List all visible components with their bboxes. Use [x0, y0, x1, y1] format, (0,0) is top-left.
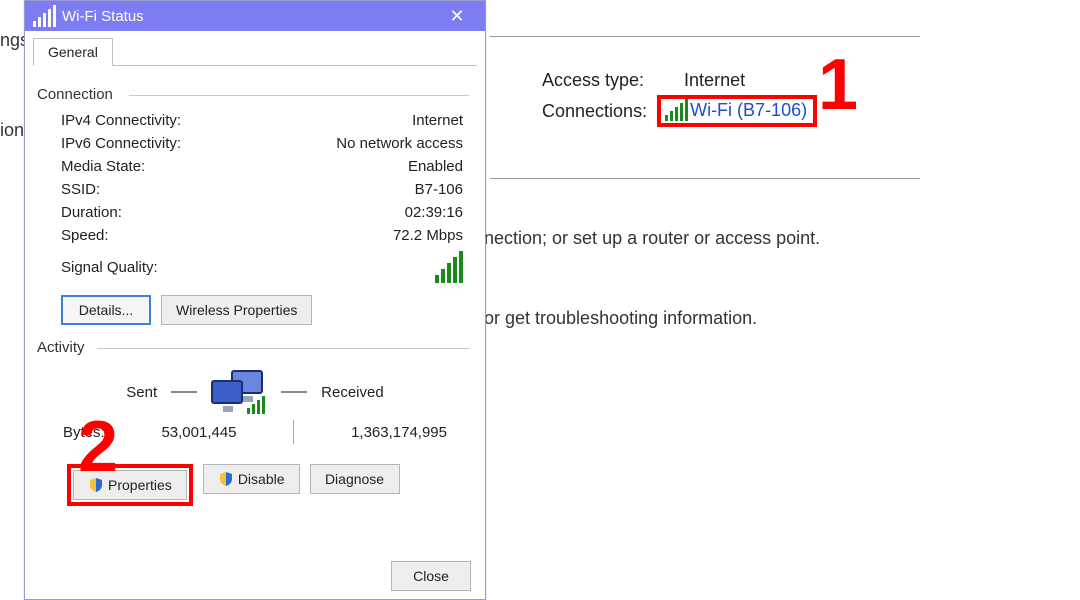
- ssid-value: B7-106: [415, 181, 463, 198]
- wifi-signal-icon: [665, 99, 688, 121]
- access-type-value: Internet: [684, 70, 745, 91]
- group-connection-label: Connection: [37, 86, 463, 103]
- ipv4-value: Internet: [412, 112, 463, 129]
- sent-label: Sent: [126, 384, 157, 401]
- window-title: Wi-Fi Status: [62, 8, 437, 25]
- wireless-properties-button[interactable]: Wireless Properties: [161, 295, 312, 325]
- media-state-label: Media State:: [61, 158, 145, 175]
- speed-value: 72.2 Mbps: [393, 227, 463, 244]
- speed-label: Speed:: [61, 227, 109, 244]
- disable-button[interactable]: Disable: [203, 464, 300, 494]
- bytes-received-value: 1,363,174,995: [351, 424, 447, 441]
- duration-value: 02:39:16: [405, 204, 463, 221]
- ipv4-label: IPv4 Connectivity:: [61, 112, 181, 129]
- wifi-connection-link[interactable]: Wi-Fi (B7-106): [657, 95, 817, 127]
- bg-text-fragment: ion: [0, 120, 24, 141]
- dash-icon: [171, 391, 197, 393]
- diagnose-button[interactable]: Diagnose: [310, 464, 400, 494]
- bytes-sent-value: 53,001,445: [161, 424, 236, 441]
- details-button[interactable]: Details...: [61, 295, 151, 325]
- received-label: Received: [321, 384, 384, 401]
- group-activity-label: Activity: [37, 339, 463, 356]
- access-type-label: Access type:: [542, 70, 644, 91]
- tab-general[interactable]: General: [33, 38, 113, 66]
- ipv6-label: IPv6 Connectivity:: [61, 135, 181, 152]
- dash-icon: [281, 391, 307, 393]
- divider: [490, 178, 920, 179]
- bg-line: nection; or set up a router or access po…: [484, 228, 820, 249]
- ssid-label: SSID:: [61, 181, 100, 198]
- shield-icon: [218, 471, 234, 487]
- close-button[interactable]: Close: [391, 561, 471, 591]
- ipv6-value: No network access: [336, 135, 463, 152]
- bg-line: or get troubleshooting information.: [484, 308, 757, 329]
- titlebar[interactable]: Wi-Fi Status ✕: [25, 1, 485, 31]
- duration-label: Duration:: [61, 204, 122, 221]
- disable-button-label: Disable: [238, 471, 285, 487]
- annotation-number-1: 1: [818, 44, 858, 126]
- tab-strip: General: [33, 37, 485, 65]
- signal-quality-label: Signal Quality:: [61, 259, 435, 276]
- divider: [490, 36, 920, 37]
- connections-label: Connections:: [542, 101, 647, 122]
- wifi-connection-link-label: Wi-Fi (B7-106): [690, 100, 807, 121]
- network-activity-icon: [211, 370, 267, 414]
- wifi-signal-icon: [33, 5, 56, 27]
- media-state-value: Enabled: [408, 158, 463, 175]
- separator: [293, 420, 294, 444]
- active-network-block: Access type: Internet Connections: Wi-Fi…: [542, 70, 817, 131]
- annotation-number-2: 2: [78, 406, 118, 488]
- signal-quality-icon: [435, 251, 463, 283]
- wifi-status-dialog: Wi-Fi Status ✕ General Connection IPv4 C…: [24, 0, 486, 600]
- close-icon[interactable]: ✕: [437, 6, 477, 27]
